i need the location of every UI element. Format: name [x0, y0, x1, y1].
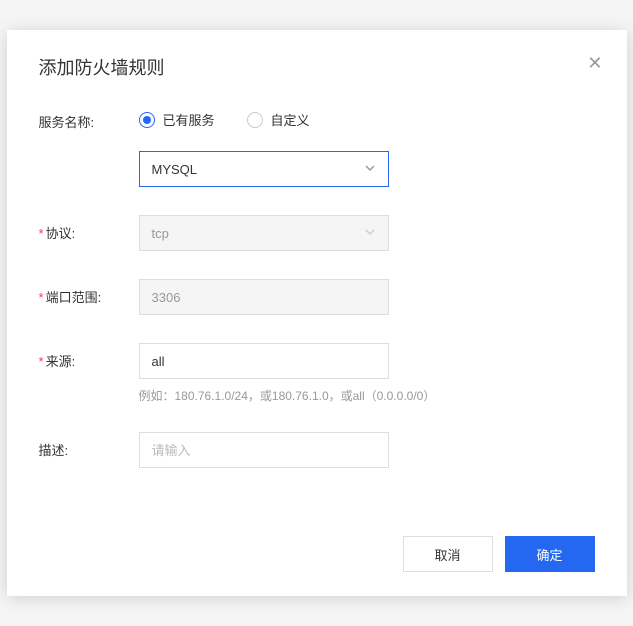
- service-name-control: 已有服务 自定义: [139, 104, 595, 129]
- select-value: tcp: [152, 226, 169, 241]
- source-helper-text: 例如：180.76.1.0/24，或180.76.1.0，或all（0.0.0.…: [139, 387, 595, 404]
- close-icon: ✕: [587, 53, 602, 73]
- source-input[interactable]: [139, 343, 389, 379]
- radio-icon: [139, 112, 155, 128]
- port-range-input: [139, 279, 389, 315]
- chevron-down-icon: [364, 162, 376, 177]
- source-label: 来源:: [39, 343, 139, 370]
- source-row: 来源: 例如：180.76.1.0/24，或180.76.1.0，或all（0.…: [39, 343, 595, 404]
- modal-body: 服务名称: 已有服务 自定义 MYSQL: [7, 96, 627, 520]
- protocol-control: tcp: [139, 215, 595, 251]
- cancel-button[interactable]: 取消: [403, 536, 493, 572]
- service-select-row: MYSQL: [139, 151, 595, 187]
- port-range-row: 端口范围:: [39, 279, 595, 315]
- description-input[interactable]: [139, 432, 389, 468]
- chevron-down-icon: [364, 226, 376, 241]
- close-button[interactable]: ✕: [587, 54, 602, 72]
- protocol-select: tcp: [139, 215, 389, 251]
- protocol-row: 协议: tcp: [39, 215, 595, 251]
- source-control: 例如：180.76.1.0/24，或180.76.1.0，或all（0.0.0.…: [139, 343, 595, 404]
- service-name-row: 服务名称: 已有服务 自定义: [39, 104, 595, 131]
- modal-footer: 取消 确定: [7, 520, 627, 596]
- add-firewall-rule-modal: 添加防火墙规则 ✕ 服务名称: 已有服务 自定义: [7, 30, 627, 596]
- port-range-control: [139, 279, 595, 315]
- protocol-label: 协议:: [39, 215, 139, 242]
- radio-label: 自定义: [271, 110, 310, 129]
- confirm-button[interactable]: 确定: [505, 536, 595, 572]
- service-name-label: 服务名称:: [39, 104, 139, 131]
- description-row: 描述:: [39, 432, 595, 468]
- radio-icon: [247, 112, 263, 128]
- description-label: 描述:: [39, 432, 139, 459]
- radio-label: 已有服务: [163, 110, 215, 129]
- radio-custom-service[interactable]: 自定义: [247, 110, 310, 129]
- select-value: MYSQL: [152, 162, 198, 177]
- description-control: [139, 432, 595, 468]
- service-select[interactable]: MYSQL: [139, 151, 389, 187]
- modal-header: 添加防火墙规则 ✕: [7, 30, 627, 96]
- radio-existing-service[interactable]: 已有服务: [139, 110, 215, 129]
- modal-title: 添加防火墙规则: [39, 54, 595, 80]
- service-radio-group: 已有服务 自定义: [139, 104, 595, 129]
- port-range-label: 端口范围:: [39, 279, 139, 306]
